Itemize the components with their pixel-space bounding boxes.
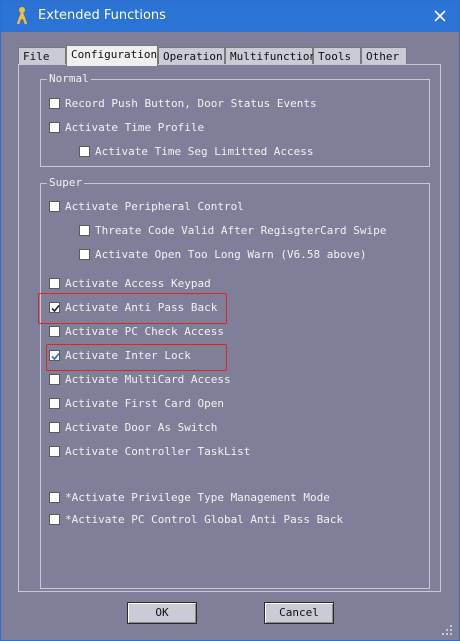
super-option-4[interactable]: Activate Anti Pass Back (49, 299, 217, 315)
tab-strip: File Configuration Operation Multifuncti… (18, 45, 408, 66)
option-label: Record Push Button, Door Status Events (65, 96, 317, 110)
super-option-2[interactable]: Activate Open Too Long Warn (V6.58 above… (79, 246, 367, 262)
tab-other[interactable]: Other (361, 47, 407, 64)
super-option-10[interactable]: Activate Controller TaskList (49, 443, 250, 459)
super-option-11[interactable]: *Activate Privilege Type Management Mode (49, 489, 330, 505)
tab-file[interactable]: File (18, 47, 66, 64)
option-label: Activate Inter Lock (65, 348, 191, 362)
option-label: Activate Peripheral Control (65, 199, 244, 213)
resize-grip-icon[interactable] (441, 624, 453, 636)
option-label: Threate Code Valid After RegisgterCard S… (95, 223, 387, 237)
checkbox-icon[interactable] (49, 373, 60, 385)
close-icon[interactable] (431, 7, 449, 25)
super-option-8[interactable]: Activate First Card Open (49, 395, 224, 411)
super-option-7[interactable]: Activate MultiCard Access (49, 371, 231, 387)
checkbox-icon[interactable] (49, 397, 60, 409)
checkbox-checked-icon[interactable] (49, 301, 60, 313)
super-option-6[interactable]: Activate Inter Lock (49, 347, 191, 363)
option-label: Activate Controller TaskList (65, 444, 251, 458)
checkbox-icon[interactable] (49, 421, 60, 433)
normal-option-0[interactable]: Record Push Button, Door Status Events (49, 95, 317, 111)
option-label: Activate Open Too Long Warn (V6.58 above… (95, 247, 367, 261)
option-label: Activate MultiCard Access (65, 372, 231, 386)
super-option-3[interactable]: Activate Access Keypad (49, 275, 211, 291)
checkbox-icon[interactable] (49, 491, 60, 503)
tab-configuration[interactable]: Configuration (66, 45, 158, 66)
normal-option-1[interactable]: Activate Time Profile (49, 119, 204, 135)
checkbox-icon[interactable] (79, 145, 90, 157)
option-label: *Activate Privilege Type Management Mode (65, 490, 330, 504)
checkbox-icon[interactable] (49, 200, 60, 212)
tab-multifunction[interactable]: Multifunction (225, 47, 316, 64)
window-title: Extended Functions (38, 8, 166, 23)
checkbox-icon[interactable] (49, 325, 60, 337)
super-option-1[interactable]: Threate Code Valid After RegisgterCard S… (79, 222, 386, 238)
option-label: Activate Door As Switch (65, 420, 218, 434)
option-label: Activate Time Profile (65, 120, 205, 134)
option-label: Activate Anti Pass Back (65, 300, 218, 314)
checkbox-icon[interactable] (49, 121, 60, 133)
super-option-12[interactable]: *Activate PC Control Global Anti Pass Ba… (49, 511, 343, 527)
option-label: Activate Time Seg Limitted Access (95, 144, 314, 158)
normal-option-2[interactable]: Activate Time Seg Limitted Access (79, 143, 314, 159)
checkbox-icon[interactable] (79, 224, 90, 236)
checkbox-icon[interactable] (79, 248, 90, 260)
checkbox-icon[interactable] (49, 513, 60, 525)
cancel-button[interactable]: Cancel (264, 602, 334, 624)
tab-tools[interactable]: Tools (313, 47, 361, 64)
option-label: *Activate PC Control Global Anti Pass Ba… (65, 512, 344, 526)
ok-button[interactable]: OK (127, 602, 197, 624)
option-label: Activate Access Keypad (65, 276, 211, 290)
checkbox-icon[interactable] (49, 445, 60, 457)
extended-functions-window: Extended Functions File Configuration Op… (0, 0, 460, 641)
option-label: Activate First Card Open (65, 396, 224, 410)
super-option-5[interactable]: Activate PC Check Access (49, 323, 224, 339)
super-group-title: Super (47, 176, 85, 190)
normal-group-title: Normal (47, 72, 91, 86)
checkbox-icon[interactable] (49, 277, 60, 289)
super-option-9[interactable]: Activate Door As Switch (49, 419, 217, 435)
title-bar[interactable]: Extended Functions (1, 1, 459, 32)
super-option-0[interactable]: Activate Peripheral Control (49, 198, 244, 214)
tab-operation[interactable]: Operation (158, 47, 225, 64)
option-label: Activate PC Check Access (65, 324, 224, 338)
checkbox-checked-icon[interactable] (49, 349, 60, 361)
checkbox-icon[interactable] (49, 97, 60, 109)
key-person-icon (13, 6, 31, 26)
